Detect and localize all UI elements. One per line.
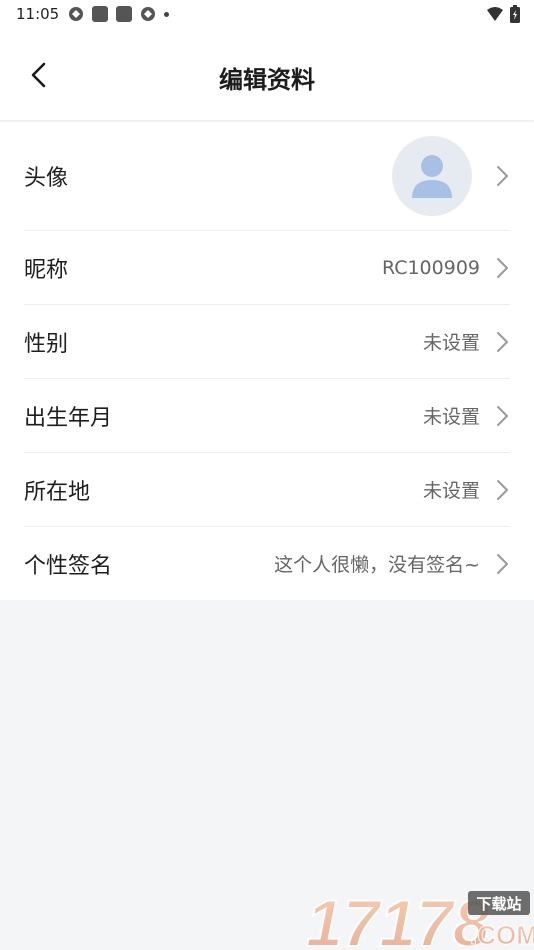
sync-icon [68, 6, 84, 22]
birthdate-value: 未设置 [422, 406, 480, 428]
gender-value: 未设置 [422, 332, 480, 354]
battery-icon [510, 5, 520, 27]
gender-row[interactable]: 性别 未设置 [24, 305, 510, 379]
nickname-value: RC100909 [381, 256, 480, 279]
chevron-right-icon [494, 165, 510, 187]
signature-value: 这个人很懒，没有签名~ [274, 554, 480, 576]
chevron-right-icon [494, 553, 510, 575]
gender-label: 性别 [24, 331, 69, 357]
site-watermark-logo: 17178 下载站 .COM [304, 885, 534, 950]
location-row[interactable]: 所在地 未设置 [24, 453, 510, 527]
chevron-right-icon [494, 331, 510, 353]
back-button[interactable] [24, 60, 54, 90]
location-value: 未设置 [422, 480, 480, 502]
svg-text:17178: 17178 [306, 888, 490, 950]
edit-profile-screen: 11:05 编辑资料 头像 昵称 RC100909 性别 未设置 出生年月 未设… [0, 0, 534, 950]
wifi-icon [486, 6, 504, 26]
nickname-label: 昵称 [24, 257, 69, 283]
notification-icons [68, 6, 169, 22]
nav-header: 编辑资料 [0, 30, 534, 120]
avatar-label: 头像 [24, 166, 69, 191]
system-icons [486, 5, 520, 27]
avatar-row[interactable]: 头像 [24, 122, 510, 231]
app-icon [92, 6, 108, 22]
app-icon [116, 6, 132, 22]
chevron-right-icon [494, 479, 510, 501]
profile-list: 头像 昵称 RC100909 性别 未设置 出生年月 未设置 所在地 未设置 个… [0, 122, 534, 600]
avatar[interactable] [392, 136, 472, 216]
signature-label: 个性签名 [24, 553, 113, 579]
status-time: 11:05 [16, 5, 60, 23]
status-bar: 11:05 [0, 0, 534, 30]
svg-text:下载站: 下载站 [476, 895, 521, 913]
chevron-right-icon [494, 257, 510, 279]
signature-row[interactable]: 个性签名 这个人很懒，没有签名~ [24, 527, 510, 600]
page-title: 编辑资料 [219, 66, 315, 94]
birthdate-row[interactable]: 出生年月 未设置 [24, 379, 510, 453]
nickname-row[interactable]: 昵称 RC100909 [24, 231, 510, 305]
location-label: 所在地 [24, 479, 91, 505]
default-avatar-icon [412, 155, 452, 198]
dot-icon [164, 11, 169, 17]
chevron-right-icon [494, 405, 510, 427]
chevron-left-icon [31, 62, 46, 88]
svg-text:.COM: .COM [470, 920, 534, 950]
birthdate-label: 出生年月 [24, 405, 113, 431]
sync-icon [140, 6, 156, 22]
